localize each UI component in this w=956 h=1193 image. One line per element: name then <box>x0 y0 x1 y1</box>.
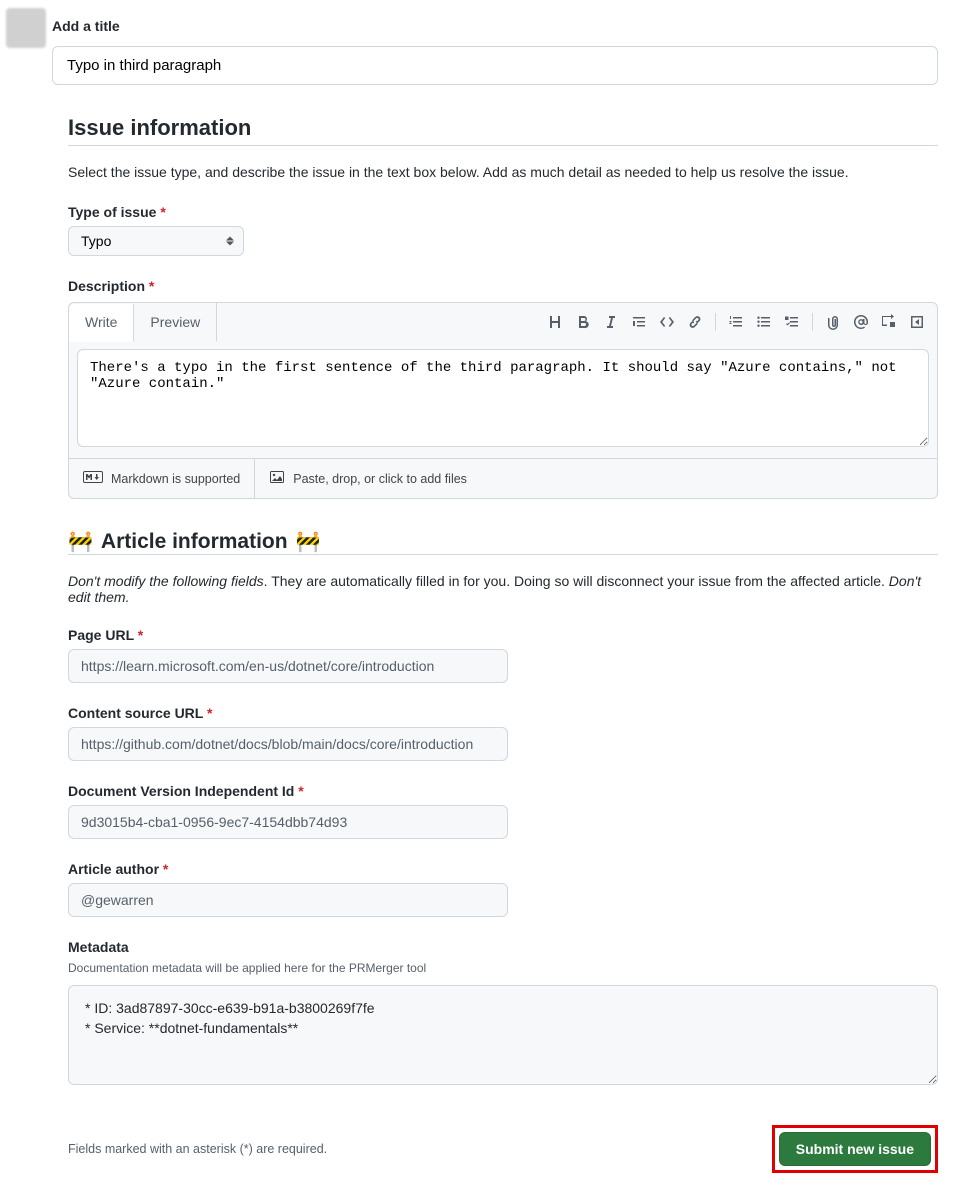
required-asterisk: * <box>163 861 168 877</box>
heading-icon[interactable] <box>547 314 563 330</box>
tab-write[interactable]: Write <box>69 304 134 342</box>
attach-files-text: Paste, drop, or click to add files <box>293 472 467 486</box>
description-textarea[interactable] <box>77 349 929 447</box>
attach-icon[interactable] <box>825 314 841 330</box>
doc-version-id-label: Document Version Independent Id <box>68 783 294 799</box>
avatar <box>6 8 46 48</box>
metadata-line: * Service: **dotnet-fundamentals** <box>85 1020 921 1036</box>
required-asterisk: * <box>298 783 303 799</box>
metadata-help-text: Documentation metadata will be applied h… <box>68 961 938 975</box>
page-url-label: Page URL <box>68 627 134 643</box>
mention-icon[interactable] <box>853 314 869 330</box>
article-info-heading: Article information <box>101 530 288 554</box>
construction-icon: 🚧 <box>296 529 321 554</box>
attach-files-area[interactable]: Paste, drop, or click to add files <box>255 459 481 498</box>
type-of-issue-label: Type of issue <box>68 204 156 220</box>
bold-icon[interactable] <box>575 314 591 330</box>
metadata-line: * ID: 3ad87897-30cc-e639-b91a-b3800269f7… <box>85 1000 921 1016</box>
issue-info-description: Select the issue type, and describe the … <box>68 164 938 180</box>
saved-replies-icon[interactable] <box>909 314 925 330</box>
markdown-icon <box>83 471 103 486</box>
title-input[interactable] <box>52 46 938 85</box>
construction-icon: 🚧 <box>68 529 93 554</box>
bullet-list-icon[interactable] <box>756 314 772 330</box>
article-info-note: Don't modify the following fields. They … <box>68 573 938 605</box>
numbered-list-icon[interactable] <box>728 314 744 330</box>
submit-new-issue-button[interactable]: Submit new issue <box>779 1132 931 1166</box>
markdown-supported-text: Markdown is supported <box>111 472 240 486</box>
page-url-input[interactable] <box>68 649 508 683</box>
description-label: Description <box>68 278 145 294</box>
cross-reference-icon[interactable] <box>881 314 897 330</box>
article-author-label: Article author <box>68 861 159 877</box>
image-icon <box>269 469 285 488</box>
italic-icon[interactable] <box>603 314 619 330</box>
metadata-label: Metadata <box>68 939 129 955</box>
required-asterisk: * <box>149 278 154 294</box>
required-asterisk: * <box>207 705 212 721</box>
tab-preview[interactable]: Preview <box>134 303 217 341</box>
metadata-box[interactable]: * ID: 3ad87897-30cc-e639-b91a-b3800269f7… <box>68 985 938 1085</box>
required-asterisk: * <box>160 204 165 220</box>
content-source-url-label: Content source URL <box>68 705 203 721</box>
select-caret-icon <box>226 237 234 246</box>
submit-highlight-box: Submit new issue <box>772 1125 938 1173</box>
article-author-input[interactable] <box>68 883 508 917</box>
content-source-url-input[interactable] <box>68 727 508 761</box>
doc-version-id-input[interactable] <box>68 805 508 839</box>
required-asterisk: * <box>138 627 143 643</box>
type-of-issue-select[interactable] <box>68 226 244 256</box>
quote-icon[interactable] <box>631 314 647 330</box>
task-list-icon[interactable] <box>784 314 800 330</box>
title-label: Add a title <box>52 18 120 34</box>
link-icon[interactable] <box>687 314 703 330</box>
issue-info-heading: Issue information <box>68 115 938 141</box>
code-icon[interactable] <box>659 314 675 330</box>
